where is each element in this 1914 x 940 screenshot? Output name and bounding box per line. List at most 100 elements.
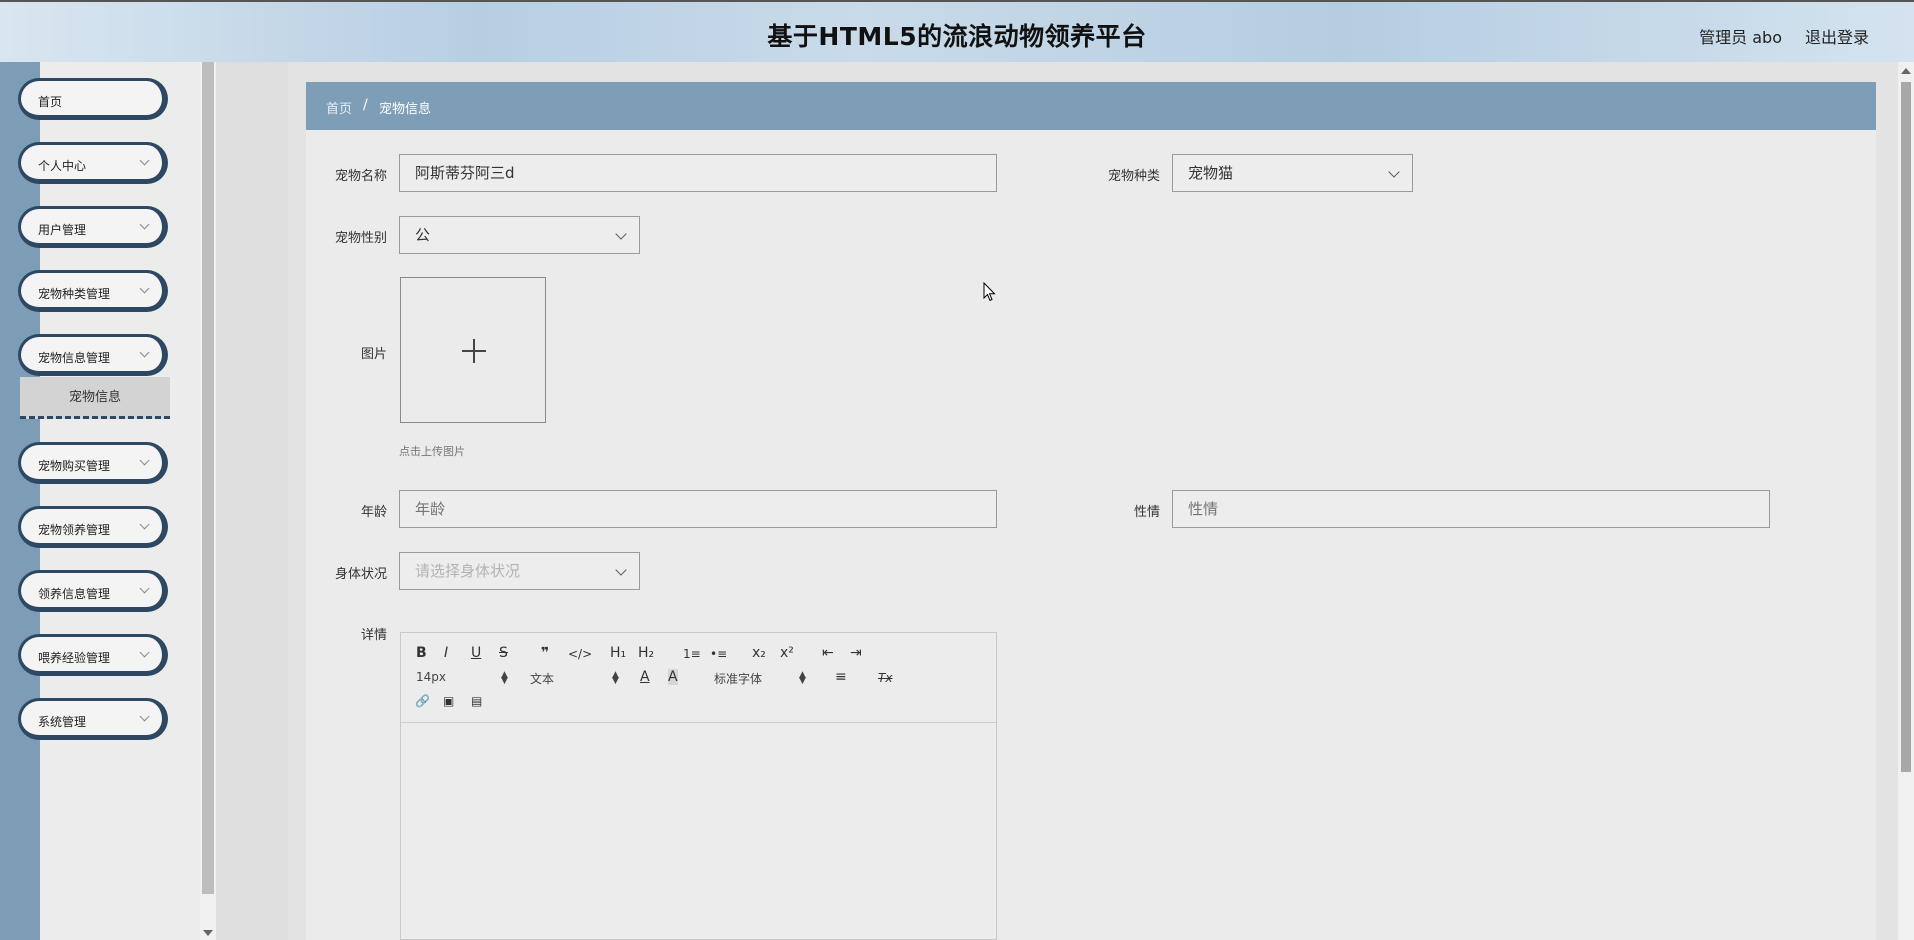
chevron-down-icon bbox=[139, 155, 150, 166]
font-size-value: 14px bbox=[416, 670, 446, 684]
pet-gender-select[interactable]: 公 bbox=[399, 216, 640, 254]
breadcrumb-current: 宠物信息 bbox=[379, 102, 432, 117]
main-left-gutter bbox=[216, 62, 288, 940]
font-family-select[interactable]: 标准字体 ▲ ▼ bbox=[714, 670, 806, 687]
sidebar-item-personal-center[interactable]: 个人中心 bbox=[18, 142, 168, 184]
sidebar-item-label: 个人中心 bbox=[38, 159, 87, 173]
chevron-down-icon bbox=[615, 228, 627, 240]
chevron-down-icon bbox=[139, 219, 150, 230]
chevron-down-icon bbox=[1388, 166, 1400, 178]
chevron-down-icon bbox=[139, 283, 150, 294]
h2-icon[interactable]: H₂ bbox=[638, 645, 654, 661]
sidebar-item-pet-info-management[interactable]: 宠物信息管理 bbox=[18, 334, 168, 376]
up-down-icon: ▲ ▼ bbox=[501, 670, 508, 686]
rich-text-editor: B I U S ❞ </> H₁ H₂ 1≡ •≡ x₂ x² ⇤ ⇥ 14px… bbox=[400, 632, 997, 940]
h1-icon[interactable]: H₁ bbox=[610, 645, 626, 661]
sidebar-item-feeding-experience-management[interactable]: 喂养经验管理 bbox=[18, 634, 168, 676]
chevron-down-icon bbox=[139, 647, 150, 658]
health-label: 身体状况 bbox=[334, 567, 387, 582]
video-icon[interactable]: ▤ bbox=[471, 693, 482, 709]
sidebar-item-home[interactable]: 首页 bbox=[18, 78, 168, 120]
mouse-cursor-icon bbox=[983, 282, 996, 302]
sidebar-item-label: 领养信息管理 bbox=[38, 587, 111, 601]
quote-icon[interactable]: ❞ bbox=[541, 645, 549, 661]
chevron-down-icon bbox=[139, 347, 150, 358]
temperament-input[interactable] bbox=[1172, 490, 1770, 528]
align-icon[interactable]: ≡ bbox=[835, 669, 847, 685]
sidebar-subitem-pet-info[interactable]: 宠物信息 bbox=[20, 377, 170, 419]
clear-format-icon[interactable]: Tx bbox=[878, 670, 892, 686]
sidebar-edge bbox=[0, 62, 40, 940]
sidebar-item-label: 宠物信息管理 bbox=[38, 351, 111, 365]
scrollbar-thumb[interactable] bbox=[202, 62, 214, 894]
chevron-down-icon bbox=[139, 583, 150, 594]
health-placeholder: 请选择身体状况 bbox=[415, 562, 521, 580]
text-style-select[interactable]: 文本 ▲ ▼ bbox=[530, 670, 619, 687]
subscript-icon[interactable]: x₂ bbox=[752, 645, 766, 661]
ordered-list-icon[interactable]: 1≡ bbox=[683, 646, 701, 662]
up-down-icon: ▲ ▼ bbox=[799, 670, 806, 686]
font-color-icon[interactable]: A bbox=[640, 669, 650, 685]
sidebar-item-label: 用户管理 bbox=[38, 223, 87, 237]
page-scrollbar[interactable] bbox=[1898, 62, 1914, 940]
pet-type-label: 宠物种类 bbox=[1107, 169, 1160, 184]
pet-gender-label: 宠物性别 bbox=[334, 231, 387, 246]
image-upload-button[interactable] bbox=[400, 277, 546, 423]
image-icon[interactable]: ▣ bbox=[443, 693, 454, 709]
image-label: 图片 bbox=[360, 347, 387, 362]
scroll-down-arrow-icon[interactable] bbox=[203, 930, 213, 936]
sidebar-item-label: 系统管理 bbox=[38, 715, 87, 729]
age-label: 年龄 bbox=[360, 505, 387, 520]
superscript-icon[interactable]: x² bbox=[780, 645, 794, 661]
sidebar-item-label: 宠物领养管理 bbox=[38, 523, 111, 537]
age-input[interactable] bbox=[399, 490, 997, 528]
editor-toolbar: B I U S ❞ </> H₁ H₂ 1≡ •≡ x₂ x² ⇤ ⇥ 14px… bbox=[401, 633, 996, 723]
chevron-down-icon bbox=[615, 564, 627, 576]
pet-name-input[interactable]: 阿斯蒂芬阿三d bbox=[399, 154, 997, 192]
underline-icon[interactable]: U bbox=[471, 645, 481, 661]
breadcrumb-separator: / bbox=[363, 97, 368, 113]
font-size-select[interactable]: 14px ▲ ▼ bbox=[416, 670, 508, 686]
bullet-list-icon[interactable]: •≡ bbox=[710, 646, 727, 662]
chevron-down-icon bbox=[139, 455, 150, 466]
pet-type-select[interactable]: 宠物猫 bbox=[1172, 154, 1413, 192]
health-select[interactable]: 请选择身体状况 bbox=[399, 552, 640, 590]
editor-content-area[interactable] bbox=[401, 723, 996, 939]
details-label: 详情 bbox=[360, 628, 387, 643]
temperament-label: 性情 bbox=[1133, 505, 1160, 520]
scrollbar-thumb[interactable] bbox=[1901, 82, 1911, 772]
sidebar-item-user-management[interactable]: 用户管理 bbox=[18, 206, 168, 248]
text-style-value: 文本 bbox=[530, 672, 555, 686]
outdent-icon[interactable]: ⇤ bbox=[822, 645, 834, 661]
code-icon[interactable]: </> bbox=[568, 646, 592, 662]
sidebar-item-pet-type-management[interactable]: 宠物种类管理 bbox=[18, 270, 168, 312]
app-title: 基于HTML5的流浪动物领养平台 bbox=[767, 22, 1147, 51]
breadcrumb-home[interactable]: 首页 bbox=[326, 98, 352, 117]
logout-link[interactable]: 退出登录 bbox=[1805, 24, 1869, 48]
strike-icon[interactable]: S bbox=[499, 645, 508, 661]
pet-type-value: 宠物猫 bbox=[1188, 164, 1234, 182]
sidebar-item-label: 首页 bbox=[38, 95, 63, 109]
bold-icon[interactable]: B bbox=[416, 645, 427, 661]
top-header: 基于HTML5的流浪动物领养平台 管理员 abo 退出登录 bbox=[0, 0, 1914, 62]
indent-icon[interactable]: ⇥ bbox=[850, 645, 862, 661]
link-icon[interactable]: 🔗 bbox=[415, 693, 430, 709]
sidebar-item-label: 宠物种类管理 bbox=[38, 287, 111, 301]
sidebar-scrollbar[interactable] bbox=[200, 62, 216, 940]
up-down-icon: ▲ ▼ bbox=[612, 670, 619, 686]
font-family-value: 标准字体 bbox=[714, 672, 763, 686]
upload-hint[interactable]: 点击上传图片 bbox=[399, 443, 465, 459]
pet-gender-value: 公 bbox=[415, 226, 431, 244]
background-color-icon[interactable]: A bbox=[668, 669, 678, 685]
current-user: 管理员 abo bbox=[1699, 28, 1782, 47]
chevron-down-icon bbox=[139, 519, 150, 530]
sidebar-item-pet-purchase-management[interactable]: 宠物购买管理 bbox=[18, 442, 168, 484]
scroll-up-arrow-icon[interactable] bbox=[1901, 68, 1911, 74]
italic-icon[interactable]: I bbox=[444, 645, 448, 661]
sidebar-item-pet-adoption-management[interactable]: 宠物领养管理 bbox=[18, 506, 168, 548]
sidebar-item-adoption-info-management[interactable]: 领养信息管理 bbox=[18, 570, 168, 612]
sidebar bbox=[40, 62, 200, 940]
sidebar-item-system-management[interactable]: 系统管理 bbox=[18, 698, 168, 740]
pet-name-label: 宠物名称 bbox=[334, 169, 387, 184]
chevron-down-icon bbox=[139, 711, 150, 722]
